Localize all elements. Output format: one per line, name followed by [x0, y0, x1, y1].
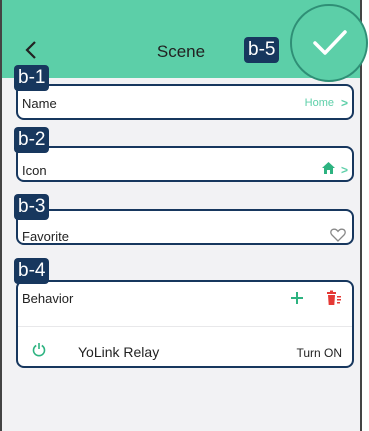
- checkmark-icon: [313, 30, 347, 55]
- favorite-row[interactable]: Favorite: [16, 209, 354, 245]
- favorite-label: Favorite: [22, 229, 69, 244]
- confirm-button[interactable]: [290, 4, 368, 82]
- name-label: Name: [22, 96, 57, 111]
- name-row[interactable]: Name Home >: [16, 84, 354, 120]
- badge-b5: b-5: [244, 37, 280, 63]
- plus-icon[interactable]: [290, 291, 304, 305]
- chevron-right-icon: >: [340, 96, 348, 110]
- name-value: Home: [304, 97, 334, 109]
- badge-b3: b-3: [14, 194, 50, 220]
- trash-icon[interactable]: [326, 290, 342, 306]
- device-name: YoLink Relay: [78, 344, 160, 360]
- heart-outline-icon[interactable]: [330, 228, 346, 242]
- icon-row[interactable]: Icon >: [16, 146, 354, 182]
- divider: [18, 326, 352, 327]
- badge-b4: b-4: [14, 258, 50, 284]
- device-action[interactable]: Turn ON: [296, 346, 342, 360]
- behavior-card: Behavior YoLink Relay Turn ON: [16, 280, 354, 368]
- badge-b1: b-1: [14, 65, 50, 91]
- power-icon[interactable]: [32, 342, 46, 357]
- home-icon: [322, 162, 335, 174]
- icon-label: Icon: [22, 163, 47, 178]
- badge-b2: b-2: [14, 127, 50, 153]
- behavior-label: Behavior: [22, 291, 74, 306]
- chevron-right-icon: >: [340, 163, 348, 177]
